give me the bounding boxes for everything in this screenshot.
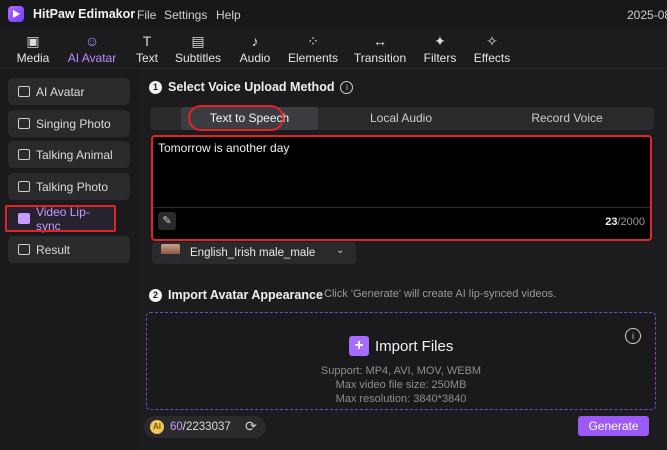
refresh-icon[interactable]: ⟳	[245, 418, 257, 435]
media-icon: ▣	[26, 33, 40, 49]
elements-icon: ⁘	[307, 33, 319, 49]
sidebar-item-singing-photo[interactable]: Singing Photo	[8, 110, 130, 137]
app-logo-icon	[8, 6, 24, 22]
sidebar-item-talking-animal[interactable]: Talking Animal	[8, 141, 130, 168]
voice-avatar	[161, 244, 180, 262]
generate-button[interactable]: Generate	[578, 416, 649, 436]
photo-icon	[18, 181, 30, 192]
character-counter: 23/2000	[605, 216, 645, 228]
divider	[153, 207, 650, 208]
plus-icon: +	[349, 336, 369, 356]
support-formats: Support: MP4, AVI, MOV, WEBM	[320, 365, 482, 377]
tool-effects[interactable]: ✧ Effects	[472, 33, 512, 66]
tool-media[interactable]: ▣ Media	[15, 33, 51, 66]
tool-ai-avatar[interactable]: ☺ AI Avatar	[66, 33, 118, 66]
text-icon: T	[142, 33, 152, 49]
menu-file[interactable]: File	[137, 8, 156, 22]
speech-text-value: Tomorrow is another day	[158, 141, 290, 155]
annotation-highlight-box	[5, 205, 116, 232]
tool-transition[interactable]: ↔ Transition	[352, 33, 408, 66]
coin-icon: AI	[150, 420, 164, 434]
ai-avatar-icon: ☺	[84, 33, 100, 49]
step2-heading: 2 Import Avatar Appearance	[149, 288, 323, 302]
tool-filters[interactable]: ✦ Filters	[422, 33, 458, 66]
annotation-highlight-ellipse	[188, 105, 284, 131]
step1-title: Select Voice Upload Method	[168, 80, 335, 94]
info-icon[interactable]: i	[340, 80, 354, 94]
sidebar-item-result[interactable]: Result	[8, 236, 130, 263]
menu-settings[interactable]: Settings	[164, 8, 207, 22]
avatar-icon	[18, 86, 30, 97]
step1-heading: 1 Select Voice Upload Method i	[149, 80, 354, 94]
date-label: 2025-08	[627, 8, 667, 22]
animal-icon	[18, 149, 30, 160]
photo-icon	[18, 118, 30, 129]
generate-hint: Click 'Generate' will create AI lip-sync…	[324, 288, 557, 300]
tool-audio[interactable]: ♪ Audio	[238, 33, 272, 66]
effects-icon: ✧	[486, 33, 498, 49]
audio-icon: ♪	[251, 33, 259, 49]
transition-icon: ↔	[373, 33, 387, 49]
tool-text[interactable]: T Text	[134, 33, 160, 66]
folder-icon	[18, 244, 30, 255]
menu-help[interactable]: Help	[216, 8, 241, 22]
import-files-button[interactable]: + Import Files	[349, 336, 453, 356]
tool-subtitles[interactable]: ▤ Subtitles	[173, 33, 223, 66]
subtitles-icon: ▤	[191, 33, 205, 49]
filters-icon: ✦	[434, 33, 446, 49]
app-title: HitPaw Edimakor	[33, 7, 136, 21]
voice-name: English_Irish male_male	[190, 247, 316, 259]
step-number: 1	[149, 80, 162, 94]
tab-record-voice[interactable]: Record Voice	[500, 107, 634, 130]
info-icon[interactable]: i	[625, 328, 641, 344]
tool-elements[interactable]: ⁘ Elements	[287, 33, 339, 66]
step2-title: Import Avatar Appearance	[168, 288, 323, 302]
magic-wand-icon[interactable]: ✎	[158, 212, 176, 230]
max-file-size: Max video file size: 250MB	[335, 379, 467, 391]
tab-local-audio[interactable]: Local Audio	[334, 107, 468, 130]
step-number: 2	[149, 288, 162, 302]
sidebar-item-ai-avatar[interactable]: AI Avatar	[8, 78, 130, 105]
chevron-down-icon[interactable]: ⌄	[336, 245, 344, 256]
max-resolution: Max resolution: 3840*3840	[335, 393, 467, 405]
sidebar-item-talking-photo[interactable]: Talking Photo	[8, 173, 130, 200]
